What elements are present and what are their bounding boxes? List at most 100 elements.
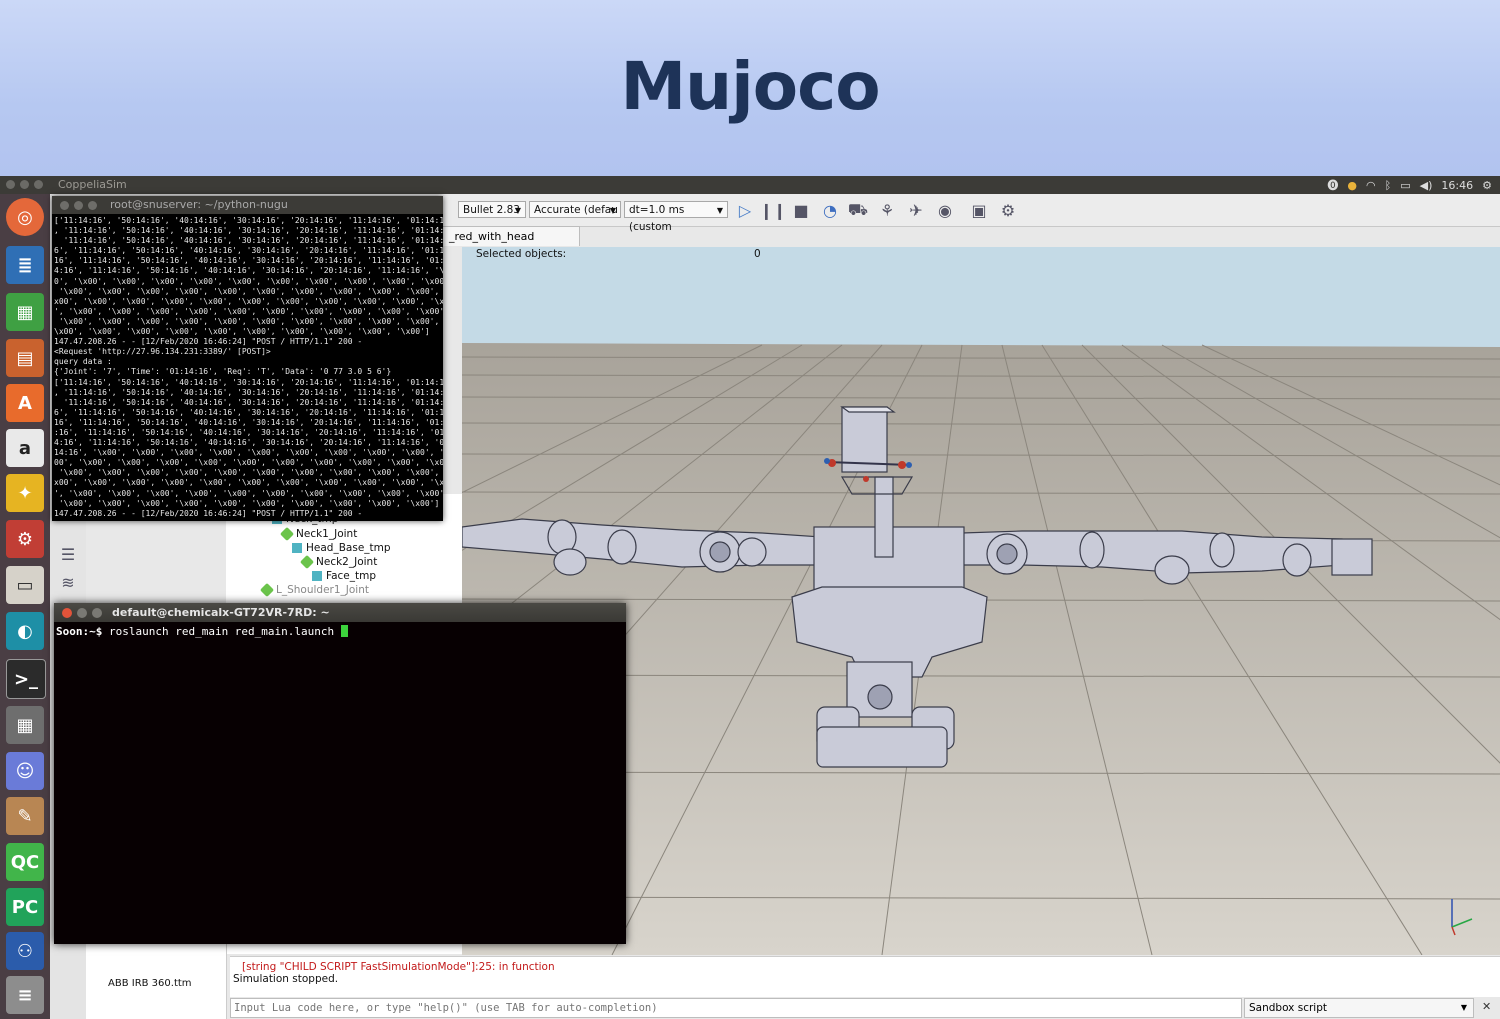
tree-item-label: L_Shoulder1_Joint bbox=[276, 584, 369, 596]
terminal-log-line: ['11:14:16', '50:14:16', '40:14:16', '30… bbox=[54, 216, 443, 225]
discord-icon[interactable]: ☺ bbox=[6, 752, 44, 790]
gear-icon[interactable]: ⚙ bbox=[1482, 179, 1492, 192]
server-terminal-window[interactable]: root@snuserver: ~/python-nugu ['11:14:16… bbox=[52, 196, 443, 521]
window-minimize-icon[interactable] bbox=[20, 180, 29, 189]
slide-banner: Mujoco bbox=[0, 0, 1500, 176]
terminal-body[interactable]: Soon:~$ roslaunch red_main red_main.laun… bbox=[54, 622, 626, 944]
model-browser-toggle-icon[interactable]: ⚙ bbox=[997, 200, 1019, 220]
terminal-title: root@snuserver: ~/python-nugu bbox=[110, 198, 288, 211]
list-icon[interactable]: ☰ bbox=[57, 544, 79, 564]
model-browser-item[interactable]: ABB IRB 360.ttm bbox=[86, 939, 227, 1019]
terminal-log-line: 147.47.208.26 - - [12/Feb/2020 16:46:24]… bbox=[54, 337, 363, 347]
terminal-title-bar[interactable]: root@snuserver: ~/python-nugu bbox=[52, 196, 443, 214]
ubuntu-software-icon[interactable]: A bbox=[6, 384, 44, 422]
terminal-log-line: 00', '\x00', '\x00', '\x00', '\x00', '\x… bbox=[54, 458, 443, 468]
lua-command-input[interactable] bbox=[230, 998, 1242, 1018]
script-select-value: Sandbox script bbox=[1249, 1002, 1327, 1014]
libreoffice-writer-icon[interactable]: ≣ bbox=[6, 246, 44, 284]
libreoffice-calc-icon[interactable]: ▦ bbox=[6, 293, 44, 331]
libreoffice-impress-icon[interactable]: ▤ bbox=[6, 339, 44, 377]
physics-engine-select[interactable]: Bullet 2.83 ▼ bbox=[458, 201, 526, 218]
accuracy-select[interactable]: Accurate (defau ▼ bbox=[529, 201, 621, 218]
status-info-line: Simulation stopped. bbox=[233, 973, 339, 985]
terminal-log-line: x00', '\x00', '\x00', '\x00', '\x00', '\… bbox=[54, 296, 443, 306]
clock[interactable]: 16:46 bbox=[1441, 179, 1473, 192]
system-settings-icon[interactable]: ⚙ bbox=[6, 520, 44, 558]
amazon-icon[interactable]: a bbox=[6, 429, 44, 467]
tree-item[interactable]: Neck2_Joint bbox=[299, 554, 377, 570]
close-icon[interactable] bbox=[60, 201, 69, 210]
realtime-icon[interactable]: ◔ bbox=[819, 200, 841, 220]
inkscape-icon[interactable]: ✎ bbox=[6, 797, 44, 835]
ubuntu-dash-icon[interactable]: ◎ bbox=[6, 198, 44, 236]
stop-icon[interactable]: ■ bbox=[790, 200, 812, 220]
layers-icon[interactable]: ≋ bbox=[57, 572, 79, 592]
battery-icon[interactable]: ▭ bbox=[1400, 179, 1410, 192]
minimize-icon[interactable] bbox=[74, 201, 83, 210]
text-cursor bbox=[340, 625, 348, 637]
bluetooth-icon[interactable]: ᛒ bbox=[1385, 179, 1392, 192]
terminal-log-line: query data : bbox=[54, 357, 112, 367]
terminal-log-line: '\x00', '\x00', '\x00', '\x00', '\x00', … bbox=[54, 468, 443, 478]
main-toolbar: Bullet 2.83 ▼ Accurate (defau ▼ dt=1.0 ms … bbox=[442, 194, 1500, 233]
terminal-title-bar[interactable]: default@chemicalx-GT72VR-7RD: ~ bbox=[54, 603, 626, 622]
wifi-icon[interactable]: ◠ bbox=[1366, 179, 1376, 192]
tree-item-label: Neck1_Joint bbox=[296, 528, 358, 540]
terminal-log-line: 4:16', '11:14:16', '50:14:16', '40:14:16… bbox=[54, 438, 443, 448]
chrome-icon[interactable]: ● bbox=[1347, 179, 1357, 192]
toggle-visualization-icon[interactable]: ◉ bbox=[934, 200, 956, 220]
files-icon[interactable]: ▭ bbox=[6, 566, 44, 604]
tree-item-label: Face_tmp bbox=[326, 570, 377, 582]
speed-up-icon[interactable]: ⚘ bbox=[876, 200, 898, 220]
script-select[interactable]: Sandbox script ▼ bbox=[1244, 998, 1474, 1018]
terminal-log-line: 14:16', '\x00', '\x00', '\x00', '\x00', … bbox=[54, 448, 443, 458]
tree-item[interactable]: L_Shoulder1_Joint bbox=[259, 582, 369, 598]
joint-icon bbox=[259, 582, 275, 598]
terminal-log-line: <Request 'http://27.96.134.231:3389/' [P… bbox=[54, 347, 271, 357]
status-bar: [string "CHILD SCRIPT FastSimulationMode… bbox=[230, 956, 1500, 997]
local-terminal-window[interactable]: default@chemicalx-GT72VR-7RD: ~ Soon:~$ … bbox=[54, 603, 626, 944]
dropbox-icon[interactable]: ⓿ bbox=[1327, 177, 1338, 193]
terminal-output: ['11:14:16', '50:14:16', '40:14:16', '30… bbox=[52, 214, 443, 522]
terminal-log-line: 4:16', '11:14:16', '50:14:16', '40:14:16… bbox=[54, 266, 443, 276]
minimize-icon[interactable] bbox=[77, 608, 87, 618]
terminal-log-line: '\x00', '\x00', '\x00', '\x00', '\x00', … bbox=[54, 286, 443, 296]
terminal-icon[interactable]: >_ bbox=[6, 659, 46, 699]
model-name: ABB IRB 360.ttm bbox=[108, 978, 192, 989]
chevron-down-icon: ▼ bbox=[609, 206, 616, 215]
system-tray: ⓿ ● ◠ ᛒ ▭ ◀) 16:46 ⚙ bbox=[1327, 177, 1492, 193]
maximize-icon[interactable] bbox=[92, 608, 102, 618]
tree-item[interactable]: Neck1_Joint bbox=[279, 526, 358, 542]
pause-icon[interactable]: ❙❙ bbox=[760, 200, 787, 220]
chevron-down-icon: ▼ bbox=[514, 206, 521, 215]
pycharm-icon[interactable]: PC bbox=[6, 888, 44, 926]
qtcreator-icon[interactable]: QC bbox=[6, 843, 44, 881]
maximize-icon[interactable] bbox=[88, 201, 97, 210]
terminal-log-line: {'Joint': '7', 'Time': '01:14:16', 'Req'… bbox=[54, 367, 392, 377]
unity-tweak-icon[interactable]: ✦ bbox=[6, 474, 44, 512]
coppeliasim-icon[interactable]: ◐ bbox=[6, 612, 44, 650]
slide-title: Mujoco bbox=[620, 48, 880, 125]
play-icon[interactable]: ▷ bbox=[734, 200, 756, 220]
close-icon[interactable] bbox=[62, 608, 72, 618]
scene-tab[interactable]: _red_with_head bbox=[442, 226, 580, 246]
threaded-rendering-icon[interactable]: ✈ bbox=[905, 200, 927, 220]
calculator-icon[interactable]: ▦ bbox=[6, 706, 44, 744]
scene-hierarchy-toggle-icon[interactable]: ▣ bbox=[968, 200, 990, 220]
window-maximize-icon[interactable] bbox=[34, 180, 43, 189]
tree-item[interactable]: Head_Base_tmp bbox=[292, 541, 391, 555]
timestep-select[interactable]: dt=1.0 ms (custom ▼ bbox=[624, 201, 728, 233]
terminal-prompt: Soon:~$ bbox=[56, 625, 103, 638]
tree-item[interactable]: Face_tmp bbox=[312, 569, 376, 583]
ros-icon[interactable]: ⚇ bbox=[6, 932, 44, 970]
terminal-log-line: ['11:14:16', '50:14:16', '40:14:16', '30… bbox=[54, 377, 443, 387]
volume-icon[interactable]: ◀) bbox=[1420, 179, 1433, 192]
terminal-log-line: :16', '11:14:16', '50:14:16', '40:14:16'… bbox=[54, 427, 443, 437]
window-close-icon[interactable] bbox=[6, 180, 15, 189]
terminal-log-line: '\x00', '\x00', '\x00', '\x00', '\x00', … bbox=[54, 498, 440, 508]
chevron-down-icon: ▼ bbox=[716, 206, 723, 215]
close-icon[interactable]: ✕ bbox=[1482, 1000, 1491, 1013]
drives-icon[interactable]: ≡ bbox=[6, 976, 44, 1014]
joint-icon bbox=[279, 526, 295, 542]
slow-down-icon[interactable]: ⛟ bbox=[847, 200, 869, 220]
